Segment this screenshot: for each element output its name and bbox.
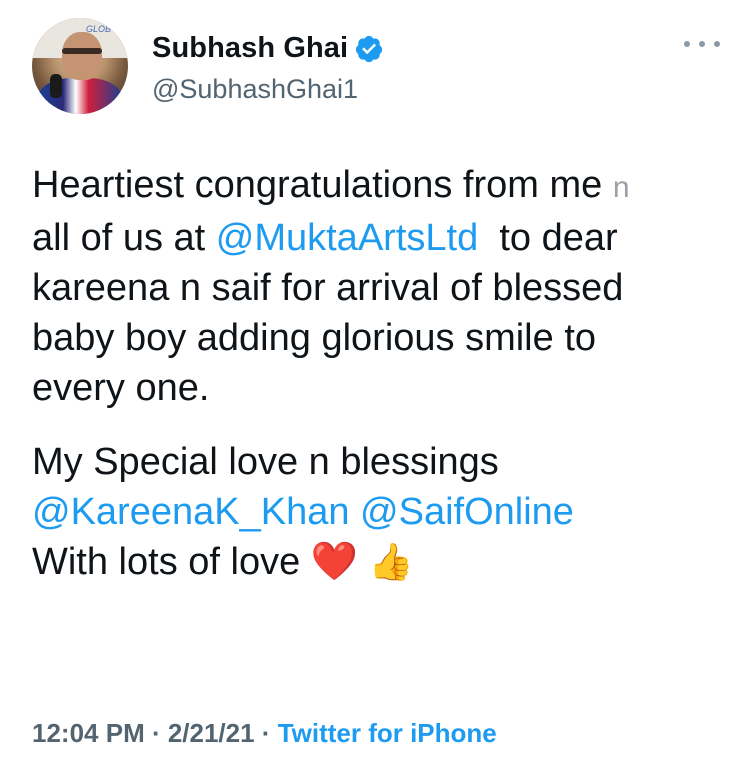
avatar-mic <box>50 74 62 98</box>
tweet-paragraph-1: Heartiest congratulations from me n all … <box>32 160 732 413</box>
avatar-glasses <box>62 48 102 54</box>
tweet-paragraph-2: My Special love n blessings @KareenaK_Kh… <box>32 437 732 587</box>
avatar-face <box>62 32 102 80</box>
tweet-line: every one. <box>32 367 210 409</box>
dot <box>699 41 705 47</box>
tweet-line: all of us at <box>32 217 216 259</box>
tweet-line: kareena n saif for arrival of blessed <box>32 267 624 309</box>
timestamp[interactable]: 12:04 PM · 2/21/21 · <box>32 718 278 748</box>
heart-emoji: ❤️ <box>310 541 359 583</box>
name-row: Subhash Ghai <box>152 32 384 65</box>
mention-link[interactable]: @MuktaArtsLtd <box>216 217 478 259</box>
tweet-text: Heartiest congratulations from me n all … <box>32 160 732 587</box>
thumbs-up-emoji: 👍 <box>368 541 414 582</box>
display-name[interactable]: Subhash Ghai <box>152 32 348 65</box>
tweet-line: baby boy adding glorious smile to <box>32 317 597 359</box>
mention-link[interactable]: @KareenaK_Khan <box>32 491 349 533</box>
user-handle[interactable]: @SubhashGhai1 <box>152 74 358 105</box>
mention-link[interactable]: @SaifOnline <box>360 491 574 533</box>
tweet-line-n: n <box>612 171 630 204</box>
tweet-line: With lots of love <box>32 541 311 583</box>
tweet-meta: 12:04 PM · 2/21/21 · Twitter for iPhone <box>32 718 497 749</box>
dot <box>714 41 720 47</box>
tweet-line: Heartiest congratulations from me <box>32 164 613 206</box>
verified-badge-icon <box>356 35 383 62</box>
tweet-card: GLOB Subhash Ghai @SubhashGhai1 Hearties… <box>0 0 750 758</box>
avatar[interactable]: GLOB <box>32 18 128 114</box>
tweet-line: to dear <box>478 217 618 259</box>
dot <box>684 41 690 47</box>
more-options-icon[interactable] <box>684 38 720 50</box>
tweet-line: My Special love n blessings <box>32 441 499 483</box>
source-link[interactable]: Twitter for iPhone <box>278 718 497 748</box>
